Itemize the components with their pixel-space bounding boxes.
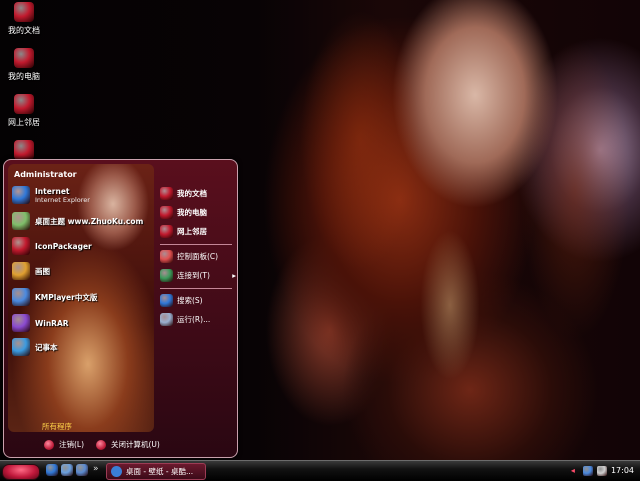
wallpaper-detail — [420, 230, 480, 380]
network-places-icon — [14, 94, 34, 114]
taskbar-window-button[interactable]: 桌面 - 壁纸 - 桌酷... — [106, 463, 206, 480]
menu-connect-to[interactable]: 连接到(T) ▸ — [160, 266, 236, 284]
quick-launch-chevron-icon[interactable]: » — [93, 464, 99, 474]
internet-explorer-icon — [12, 186, 30, 204]
my-documents-icon — [14, 2, 34, 22]
shutdown-icon — [96, 439, 106, 450]
user-name: Administrator — [14, 170, 77, 179]
all-programs-button[interactable]: 所有程序 — [42, 421, 72, 432]
paint-icon — [12, 262, 30, 280]
clock[interactable]: 17:04 — [611, 466, 634, 475]
menu-control-panel[interactable]: 控制面板(C) — [160, 247, 218, 265]
kmplayer-icon — [12, 288, 30, 306]
menu-separator — [160, 288, 232, 289]
tray-expand-icon[interactable]: ◂ — [571, 466, 575, 475]
my-computer-icon — [160, 205, 173, 219]
media-player-icon[interactable] — [61, 464, 73, 476]
internet-explorer-icon — [111, 466, 122, 477]
my-documents-icon — [160, 186, 173, 200]
start-menu: Administrator Internet Internet Explorer… — [3, 159, 238, 458]
wallpaper-detail — [300, 10, 420, 270]
start-button[interactable] — [2, 464, 40, 480]
winrar-icon — [12, 314, 30, 332]
pinned-internet-explorer[interactable]: Internet Internet Explorer — [12, 184, 90, 206]
menu-my-computer[interactable]: 我的电脑 — [160, 203, 207, 221]
volume-tray-icon[interactable] — [596, 465, 607, 476]
pinned-iconpackager[interactable]: IconPackager — [12, 235, 92, 257]
start-menu-footer: 注销(L) 关闭计算机(U) — [4, 437, 237, 455]
pinned-kmplayer[interactable]: KMPlayer中文版 — [12, 286, 97, 308]
theme-icon — [12, 212, 30, 230]
shutdown-button[interactable]: 关闭计算机(U) — [96, 439, 160, 450]
network-places-icon — [160, 224, 173, 238]
menu-network-places[interactable]: 网上邻居 — [160, 222, 207, 240]
taskbar: » 桌面 - 壁纸 - 桌酷... ◂ 17:04 — [0, 460, 640, 481]
desktop-icon-my-computer[interactable]: 我的电脑 — [0, 48, 50, 82]
connect-to-icon — [160, 268, 173, 282]
pinned-paint[interactable]: 画图 — [12, 260, 50, 282]
internet-explorer-icon[interactable] — [46, 464, 58, 476]
pinned-notepad[interactable]: 记事本 — [12, 336, 58, 358]
logoff-button[interactable]: 注销(L) — [44, 439, 84, 450]
control-panel-icon — [160, 249, 173, 263]
desktop-icon-network-places[interactable]: 网上邻居 — [0, 94, 50, 128]
menu-my-documents[interactable]: 我的文档 — [160, 184, 207, 202]
run-icon — [160, 312, 173, 326]
notepad-icon — [12, 338, 30, 356]
system-tray: ◂ 17:04 — [562, 462, 640, 479]
network-tray-icon[interactable] — [582, 465, 593, 476]
start-menu-pinned-panel: Administrator Internet Internet Explorer… — [8, 164, 154, 432]
logoff-icon — [44, 439, 54, 450]
menu-search[interactable]: 搜索(S) — [160, 291, 203, 309]
show-desktop-icon[interactable] — [76, 464, 88, 476]
menu-run[interactable]: 运行(R)... — [160, 310, 210, 328]
menu-separator — [160, 244, 232, 245]
recycle-bin-icon — [14, 140, 34, 160]
pinned-winrar[interactable]: WinRAR — [12, 312, 69, 334]
submenu-arrow-icon: ▸ — [232, 270, 236, 280]
my-computer-icon — [14, 48, 34, 68]
search-icon — [160, 293, 173, 307]
desktop-icon-my-documents[interactable]: 我的文档 — [0, 2, 50, 36]
wallpaper-detail — [520, 40, 630, 340]
iconpackager-icon — [12, 237, 30, 255]
pinned-theme[interactable]: 桌面主题 www.ZhuoKu.com — [12, 210, 143, 232]
